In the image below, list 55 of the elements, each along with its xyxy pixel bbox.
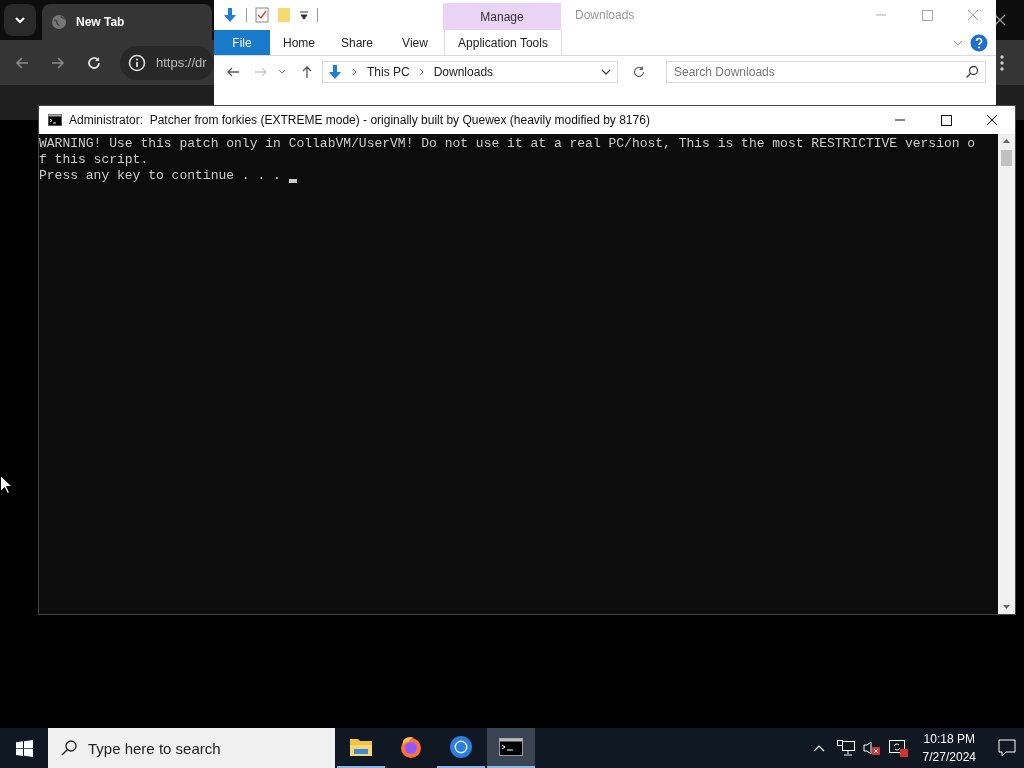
expand-ribbon-icon[interactable]: [952, 38, 964, 47]
help-icon[interactable]: [970, 33, 988, 52]
muted-speaker-icon[interactable]: [862, 740, 881, 756]
console-line: Press any key to continue . . .: [39, 168, 281, 184]
recent-locations-icon[interactable]: [278, 69, 286, 75]
ring-icon: [449, 735, 473, 759]
breadcrumb-item[interactable]: Downloads: [433, 65, 494, 79]
info-icon: [128, 53, 146, 72]
reload-icon[interactable]: [86, 54, 102, 71]
search-field[interactable]: Search Downloads: [666, 61, 986, 83]
notifications-icon[interactable]: [998, 739, 1016, 757]
console-line: WARNING! Use this patch only in CollabVM/UserVM! Do not use it at a real PC/host, This is the most RESTRICTIVE version o: [39, 136, 976, 152]
clock-date[interactable]: 7/27/2024: [922, 748, 976, 766]
search-icon: [60, 739, 78, 757]
taskbar-search-field[interactable]: Type here to search: [48, 728, 335, 768]
properties-icon[interactable]: [255, 7, 269, 23]
download-arrow-icon[interactable]: [222, 7, 238, 23]
console-icon: [499, 738, 523, 756]
close-icon[interactable]: [994, 14, 1006, 26]
window-title: Downloads: [575, 8, 635, 22]
address-bar[interactable]: https://dr: [120, 45, 214, 80]
dropdown-icon[interactable]: [601, 68, 611, 76]
text-cursor: [288, 179, 297, 183]
globe-icon: [51, 14, 67, 30]
search-icon: [965, 65, 979, 79]
window-title: Administrator: Patcher from forkies (EXTREME mode) - originally built by Quewex (heavily modified by 8176): [69, 113, 650, 127]
up-icon[interactable]: [300, 65, 314, 79]
file-menu-button[interactable]: File: [214, 30, 270, 55]
tab-list-button[interactable]: [4, 4, 36, 36]
taskbar-app[interactable]: [487, 728, 535, 768]
menu-icon[interactable]: [1000, 54, 1004, 71]
folder-icon: [349, 737, 373, 757]
breadcrumb-item[interactable]: This PC: [367, 65, 410, 79]
forward-icon[interactable]: [50, 54, 66, 71]
dropdown-icon[interactable]: [299, 10, 309, 20]
show-hidden-icons-icon[interactable]: [812, 744, 825, 752]
console-icon: [48, 114, 62, 126]
refresh-icon[interactable]: [632, 65, 646, 79]
chevron-down-icon: [14, 16, 26, 24]
download-arrow-icon: [327, 64, 343, 80]
network-icon[interactable]: [836, 740, 855, 756]
console-line: f this script.: [39, 152, 149, 168]
back-icon[interactable]: [226, 65, 240, 79]
scrollbar-thumb[interactable]: [1001, 150, 1012, 166]
chevron-right-icon: [418, 68, 425, 76]
scrollbar[interactable]: [998, 134, 1015, 614]
clock-time[interactable]: 10:18 PM: [923, 730, 975, 748]
windows-logo-icon: [15, 739, 33, 757]
fox-globe-icon: [399, 735, 423, 759]
display-sync-icon[interactable]: [888, 739, 909, 757]
address-bar[interactable]: This PC Downloads: [322, 61, 618, 83]
browser-tab[interactable]: New Tab: [42, 4, 212, 40]
back-icon[interactable]: [14, 54, 30, 71]
context-tab-group: Manage: [443, 3, 561, 30]
chevron-right-icon: [352, 68, 358, 76]
